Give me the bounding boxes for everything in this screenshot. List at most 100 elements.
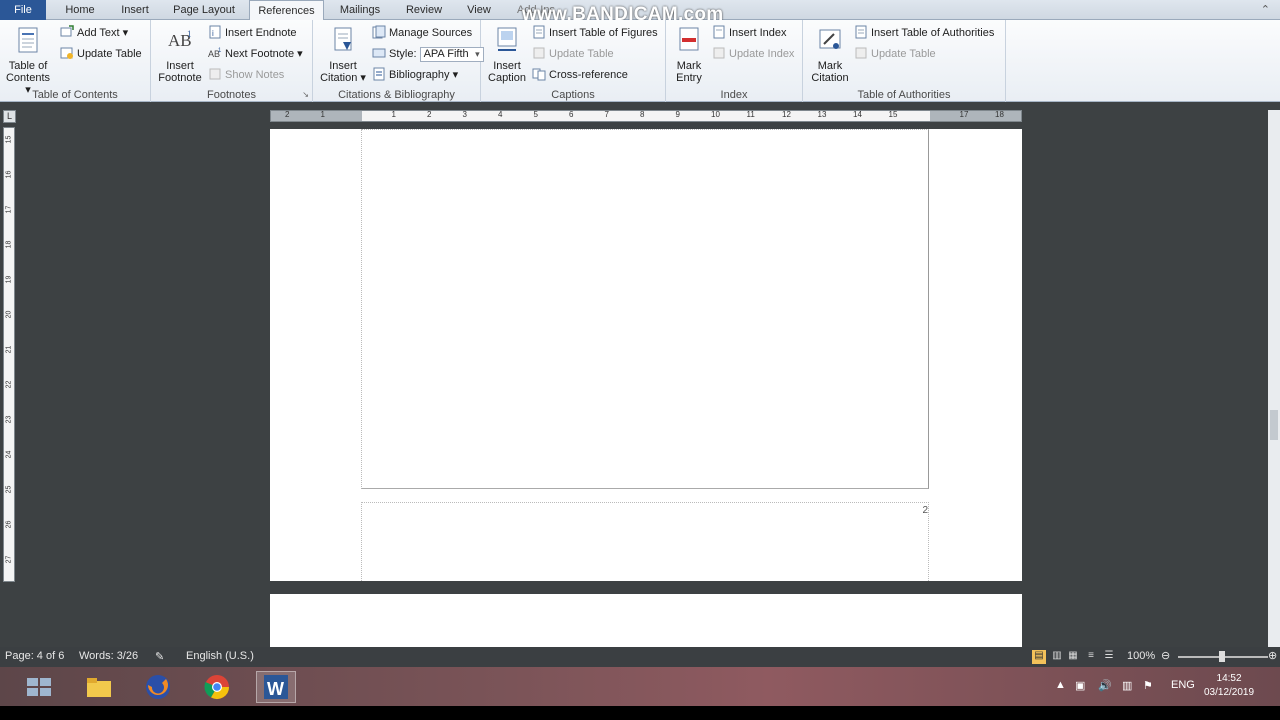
ruler-tick-label: 8 <box>640 110 645 119</box>
ruler-tick-label: 25 <box>5 485 13 494</box>
draft-view-icon[interactable]: ☰ <box>1102 650 1116 664</box>
mark-citation-button[interactable]: Mark Citation <box>807 26 853 84</box>
tab-page-layout[interactable]: Page Layout <box>166 0 242 20</box>
language-status[interactable]: English (U.S.) <box>186 650 254 662</box>
windows-taskbar: W ▲ ▣ 🔊 ▥ ⚑ ENG 14:52 03/12/2019 <box>0 667 1280 706</box>
bibliography-button[interactable]: Bibliography ▾ <box>372 66 458 84</box>
show-hidden-icons-icon[interactable]: ▲ <box>1055 679 1066 691</box>
scrollbar-thumb[interactable] <box>1270 410 1278 440</box>
next-footnote-icon: AB1 <box>208 48 222 59</box>
cross-reference-button[interactable]: Cross-reference <box>532 66 628 84</box>
start-icon[interactable] <box>22 671 56 703</box>
table-of-contents-icon <box>18 27 38 53</box>
word-taskbar-icon[interactable]: W <box>256 671 296 703</box>
group-label-toc: Table of Contents <box>32 89 118 101</box>
network-icon[interactable]: ▥ <box>1122 679 1132 692</box>
footnotes-dialog-launcher-icon[interactable]: ↘ <box>302 90 309 99</box>
proofing-icon[interactable]: ✎ <box>155 650 164 663</box>
insert-endnote-button[interactable]: i Insert Endnote <box>208 24 297 42</box>
ruler-tick-label: 6 <box>569 110 574 119</box>
group-footnotes: AB 1 Insert Footnote i Insert Endnote AB 1… <box>151 20 313 102</box>
insert-footnote-button[interactable]: AB 1 Insert Footnote <box>155 26 205 84</box>
tab-file[interactable]: File <box>0 0 46 20</box>
tab-home[interactable]: Home <box>56 0 104 20</box>
manage-sources-button[interactable]: Manage Sources <box>372 24 472 42</box>
outline-view-icon[interactable]: ≡ <box>1084 650 1098 664</box>
ruler-tick-label: 23 <box>5 415 13 424</box>
insert-table-of-authorities-button[interactable]: Insert Table of Authorities <box>854 24 994 42</box>
web-layout-icon[interactable]: ▦ <box>1066 650 1080 664</box>
tab-mailings[interactable]: Mailings <box>332 0 388 20</box>
chrome-icon[interactable] <box>200 671 234 703</box>
ribbon-tab-bar: File Home Insert Page Layout References … <box>0 0 1280 25</box>
ruler-text-area <box>362 111 930 121</box>
footer-area[interactable]: 2 <box>361 502 929 581</box>
ruler-tick-label: 13 <box>817 110 827 119</box>
ribbon-references: Table of Contents ▾ Add Text ▾ Update Ta… <box>0 20 1280 102</box>
minimize-ribbon-icon[interactable]: ⌃ <box>1261 3 1270 16</box>
ruler-tick-label: 17 <box>959 110 969 119</box>
tab-insert[interactable]: Insert <box>112 0 158 20</box>
show-notes-button[interactable]: Show Notes <box>208 66 284 84</box>
system-clock[interactable]: 14:52 03/12/2019 <box>1204 672 1254 700</box>
insert-citation-button[interactable]: Insert Citation ▾ <box>317 26 369 84</box>
volume-icon[interactable]: 🔊 <box>1098 679 1112 692</box>
style-selector[interactable]: Style: APA Fifth <box>372 45 484 63</box>
ruler-tick-label: 1 <box>391 110 396 119</box>
group-table-of-authorities: Mark Citation Insert Table of Authoritie… <box>803 20 1006 102</box>
print-layout-view-icon[interactable]: ▤ <box>1032 650 1046 664</box>
ruler-tick-label: 10 <box>711 110 720 119</box>
action-center-icon[interactable]: ⚑ <box>1143 679 1153 692</box>
next-footnote-button[interactable]: AB 1 Next Footnote ▾ <box>208 45 303 63</box>
group-table-of-contents: Table of Contents ▾ Add Text ▾ Update Ta… <box>0 20 151 102</box>
insert-caption-button[interactable]: Insert Caption <box>485 26 529 84</box>
bibliography-icon <box>373 67 385 81</box>
file-explorer-icon[interactable] <box>82 671 116 703</box>
ruler-tick-label: 19 <box>5 275 13 284</box>
mark-entry-button[interactable]: Mark Entry <box>670 26 708 84</box>
horizontal-ruler[interactable]: 2 1 1 2 3 4 5 6 7 8 9 10 11 12 13 14 15 17 18 <box>270 110 1022 122</box>
ruler-tick-label: 16 <box>5 170 13 179</box>
vertical-ruler[interactable]: 15 16 17 18 19 20 21 22 23 24 25 26 27 <box>3 127 15 582</box>
ruler-tick-label: 1 <box>320 110 325 119</box>
group-captions: Insert Caption Insert Table of Figures U… <box>481 20 666 102</box>
ruler-toggle-icon[interactable]: L <box>3 110 16 123</box>
full-screen-reading-icon[interactable]: ▥ <box>1050 650 1064 664</box>
update-table-button[interactable]: Update Table <box>60 45 142 63</box>
table-of-contents-button[interactable]: Table of Contents ▾ <box>2 26 54 96</box>
ruler-tick-label: 7 <box>604 110 609 119</box>
next-document-page[interactable] <box>270 594 1022 647</box>
update-table-of-figures-button[interactable]: Update Table <box>532 45 614 63</box>
zoom-slider-thumb[interactable] <box>1219 651 1225 662</box>
document-page[interactable]: 2 <box>270 129 1022 581</box>
tray-app-icon[interactable]: ▣ <box>1075 679 1085 692</box>
tab-review[interactable]: Review <box>398 0 450 20</box>
svg-text:1: 1 <box>187 29 192 39</box>
table-of-figures-icon <box>533 25 545 39</box>
add-text-button[interactable]: Add Text ▾ <box>60 24 128 42</box>
insert-index-button[interactable]: Insert Index <box>712 24 786 42</box>
input-language[interactable]: ENG <box>1171 679 1195 691</box>
ruler-tick-label: 12 <box>782 110 791 119</box>
word-count-status[interactable]: Words: 3/26 <box>79 650 138 662</box>
ruler-tick-label: 22 <box>5 380 13 389</box>
page-count-status[interactable]: Page: 4 of 6 <box>5 650 64 662</box>
insert-table-of-figures-button[interactable]: Insert Table of Figures <box>532 24 658 42</box>
update-index-button[interactable]: Update Index <box>712 45 794 63</box>
zoom-in-icon[interactable]: ⊕ <box>1268 649 1277 662</box>
style-dropdown[interactable]: APA Fifth <box>419 47 484 62</box>
tab-references[interactable]: References <box>249 0 324 21</box>
tab-view[interactable]: View <box>458 0 500 20</box>
style-icon <box>372 48 386 58</box>
firefox-icon[interactable] <box>141 671 175 703</box>
update-table-of-authorities-button[interactable]: Update Table <box>854 45 936 63</box>
update-table-disabled-icon <box>533 47 545 59</box>
vertical-scrollbar[interactable] <box>1268 110 1280 647</box>
zoom-level[interactable]: 100% <box>1127 650 1155 662</box>
clock-time: 14:52 <box>1216 673 1242 684</box>
group-label-index: Index <box>720 89 748 101</box>
update-authorities-icon <box>855 47 867 59</box>
zoom-out-icon[interactable]: ⊖ <box>1161 649 1170 662</box>
ruler-tick-label: 20 <box>5 310 13 319</box>
text-box-frame[interactable] <box>361 129 929 489</box>
